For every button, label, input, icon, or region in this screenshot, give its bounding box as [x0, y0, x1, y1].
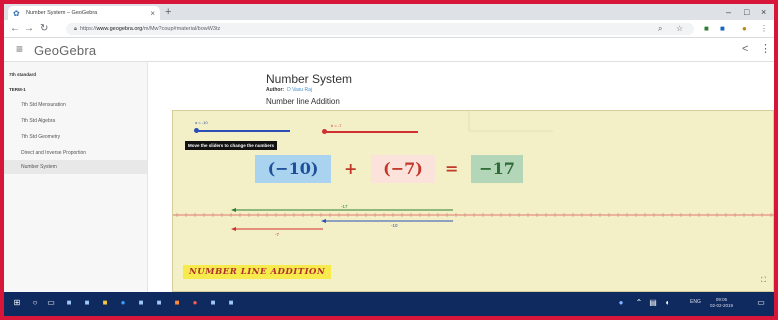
task-view-icon[interactable]: ▭	[46, 298, 56, 308]
close-window-icon[interactable]: ×	[761, 5, 766, 19]
taskbar-app-icon-3[interactable]: ■	[136, 298, 146, 308]
taskbar-app-icon[interactable]: ■	[64, 298, 74, 308]
extension-icon-2[interactable]: ■	[720, 24, 725, 34]
profile-avatar-icon[interactable]: ●	[742, 24, 747, 34]
browser-menu-icon[interactable]: ⋮	[760, 24, 768, 34]
term-a-box: (−10)	[255, 155, 331, 183]
volume-icon[interactable]: ◖	[662, 298, 672, 308]
url-domain: www.geogebra.org	[96, 26, 143, 32]
browser-tabstrip: ✿ Number System – GeoGebra × + – □ ×	[4, 4, 774, 20]
forward-icon[interactable]: →	[24, 22, 34, 36]
chrome-icon[interactable]: ●	[190, 298, 200, 308]
sidebar-term-heading[interactable]: TERM-1	[9, 87, 26, 92]
term-b-box: (−7)	[371, 155, 435, 183]
slider-b-label: b = -7	[331, 123, 342, 128]
network-icon[interactable]: ▤	[648, 298, 658, 308]
back-icon[interactable]: ←	[10, 22, 20, 36]
arrow-a-head	[321, 219, 326, 223]
arrow-a-label: -10	[391, 223, 398, 228]
edge-icon[interactable]: ●	[118, 298, 128, 308]
tab-title: Number System – GeoGebra	[26, 10, 98, 16]
windows-start-icon[interactable]: ⊞	[12, 298, 22, 308]
close-tab-icon[interactable]: ×	[150, 9, 155, 18]
taskbar-app-icon-5[interactable]: ■	[172, 298, 182, 308]
slider-a-track[interactable]	[195, 130, 290, 132]
geogebra-logo[interactable]: GeoGebra	[34, 43, 96, 58]
extension-icon[interactable]: ■	[704, 24, 709, 34]
result-arrow-label: -17	[341, 204, 348, 209]
maximize-icon[interactable]: □	[744, 5, 749, 19]
geogebra-applet[interactable]: a = -10 b = -7 Move the sliders to chang…	[172, 110, 774, 292]
result-arrow-head	[231, 208, 236, 212]
windows-taskbar: ⊞ ○ ▭ ■ ■ ■ ● ■ ■ ■ ● ■ ■ ● ⌃ ▤ ◖ ENG 09…	[4, 292, 774, 316]
tray-chevron-icon[interactable]: ⌃	[634, 298, 644, 308]
taskbar-clock[interactable]: 09:06 02-02-2019	[710, 297, 733, 309]
sidebar-item-mensuration[interactable]: 7th Std Mensuration	[4, 98, 147, 112]
taskbar-app-icon-2[interactable]: ■	[82, 298, 92, 308]
number-line-addition-banner: NUMBER LINE ADDITION	[183, 265, 332, 279]
clock-date: 02-02-2019	[710, 303, 734, 308]
taskbar-app-icon-4[interactable]: ■	[154, 298, 164, 308]
more-options-icon[interactable]: ⋮	[760, 42, 771, 55]
new-tab-icon[interactable]: +	[165, 5, 171, 19]
minimize-icon[interactable]: –	[726, 5, 731, 19]
equals-sign: =	[445, 159, 459, 178]
reload-icon[interactable]: ↻	[40, 22, 48, 36]
sidebar-item-proportion[interactable]: Direct and Inverse Proportion	[4, 146, 147, 160]
author-line: Author: D Vasu Raj	[266, 87, 312, 93]
browser-tab[interactable]: ✿ Number System – GeoGebra ×	[8, 6, 160, 20]
sidebar-standard-heading[interactable]: 7th standard	[9, 72, 36, 77]
hamburger-menu-icon[interactable]: ≡	[16, 42, 23, 56]
number-line: -17 -10 -7	[173, 204, 774, 237]
taskbar-app-icon-6[interactable]: ■	[208, 298, 218, 308]
material-subtitle: Number line Addition	[266, 97, 340, 106]
taskbar-app-icon-7[interactable]: ■	[226, 298, 236, 308]
share-icon[interactable]: <	[742, 43, 748, 55]
search-icon[interactable]: ⌕	[658, 24, 662, 34]
sidebar-item-geometry[interactable]: 7th Std Geometry	[4, 130, 147, 144]
sidebar-item-number-system[interactable]: Number System	[4, 160, 147, 174]
people-icon[interactable]: ●	[616, 298, 626, 308]
slider-b-handle[interactable]	[322, 129, 327, 134]
fullscreen-icon[interactable]: ⛶	[761, 277, 766, 285]
url-path: /m/Mw?coup#material/bowW3tz	[142, 26, 221, 32]
file-explorer-icon[interactable]: ■	[100, 298, 110, 308]
bookmark-star-icon[interactable]: ☆	[676, 24, 683, 34]
address-bar: ← → ↻ 🔒︎ https://www.geogebra.org/m/Mw?co…	[4, 20, 774, 38]
lock-icon: 🔒︎	[74, 26, 77, 32]
arrow-b-label: -7	[275, 232, 279, 237]
plus-sign: +	[344, 159, 358, 178]
url-field[interactable]: 🔒︎ https://www.geogebra.org/m/Mw?coup#mat…	[66, 23, 694, 35]
arrow-b-head	[231, 227, 236, 231]
search-icon[interactable]: ○	[30, 298, 40, 308]
instruction-label: Move the sliders to change the numbers	[185, 141, 278, 150]
result-box: −17	[471, 155, 523, 183]
screen: ✿ Number System – GeoGebra × + – □ × ← →…	[4, 4, 774, 316]
geogebra-favicon-icon: ✿	[13, 8, 20, 18]
sidebar-item-algebra[interactable]: 7th Std Algebra	[4, 114, 147, 128]
language-indicator[interactable]: ENG	[690, 299, 701, 305]
url-scheme: https://	[79, 26, 97, 32]
slider-b-track[interactable]	[323, 131, 418, 133]
slider-a-handle[interactable]	[194, 128, 199, 133]
slider-a-label: a = -10	[195, 120, 208, 125]
geogebra-header: ≡ GeoGebra < ⋮	[4, 38, 774, 62]
book-sidebar: 7th standard TERM-1 7th Std Mensuration …	[4, 62, 148, 292]
material-title: Number System	[266, 72, 353, 86]
author-label: Author:	[266, 87, 285, 93]
notifications-icon[interactable]: ▭	[756, 298, 766, 308]
author-link[interactable]: D Vasu Raj	[287, 87, 312, 93]
